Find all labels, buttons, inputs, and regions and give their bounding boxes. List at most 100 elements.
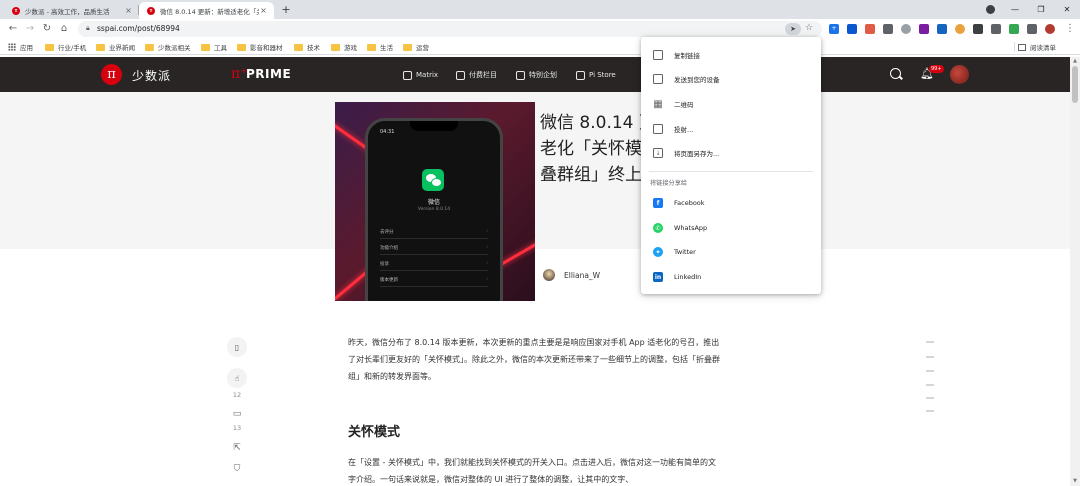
share-qr-code[interactable]: ▦ 二维码 [641, 94, 821, 114]
toc-marker[interactable] [926, 341, 934, 343]
toc-marker[interactable] [926, 356, 934, 358]
article-hero-background [0, 92, 1070, 249]
bookmark-folder[interactable]: 技术 [294, 42, 320, 52]
bookmark-folder[interactable]: 游戏 [331, 42, 357, 52]
tab-wechat-article[interactable]: π 微信 8.0.14 更新：新增适老化「关怀模式」 × [139, 2, 274, 19]
bookmark-label: 工具 [214, 44, 227, 52]
qr-extension-icon[interactable] [973, 24, 983, 34]
bookmark-folder[interactable]: 行业/手机 [45, 42, 86, 52]
extension-add-icon[interactable]: + [829, 24, 839, 34]
article-author[interactable]: Elliana_W [543, 269, 600, 281]
toc-marker[interactable] [926, 370, 934, 372]
extension-purple-icon[interactable] [919, 24, 929, 34]
nav-label: Matrix [416, 71, 439, 79]
article-paragraph: 在「设置 - 关怀模式」中，我们就能找到关怀模式的开关入口。点击进入后，微信对这… [348, 458, 716, 484]
share-cast[interactable]: 投射... [641, 119, 821, 139]
toc-marker[interactable] [926, 410, 934, 412]
share-send-to-device[interactable]: 发送到您的设备 [641, 69, 821, 89]
home-button[interactable]: ⌂ [57, 22, 71, 36]
extension-cookie-icon[interactable] [955, 24, 965, 34]
nav-special-projects[interactable]: 特别企划 [516, 69, 557, 81]
folder-icon [403, 43, 412, 51]
bookmark-article-icon[interactable]: ⛉ [231, 463, 243, 475]
store-icon [576, 70, 585, 80]
bookmark-folder[interactable]: 影音和器材 [237, 42, 283, 52]
tab-sspai-home[interactable]: π 少数派 - 高效工作，品质生活 × [4, 2, 139, 19]
tab-search-icon[interactable] [986, 5, 995, 14]
minimize-button[interactable]: — [1002, 0, 1028, 19]
check-extension-icon[interactable] [1009, 24, 1019, 34]
scroll-up-icon[interactable]: ▲ [1071, 58, 1079, 64]
tab-close-icon[interactable]: × [259, 6, 268, 15]
share-whatsapp[interactable]: ✆ WhatsApp [641, 218, 821, 238]
folder-icon [367, 43, 376, 51]
bookmark-folder[interactable]: 运营 [403, 42, 429, 52]
bookmark-star-icon[interactable]: ☆ [805, 23, 813, 33]
share-copy-link[interactable]: 复制链接 [641, 45, 821, 65]
prime-logo-text[interactable]: PRIME [246, 67, 291, 81]
tab-close-icon[interactable]: × [124, 6, 133, 15]
url-text: sspai.com/post/68994 [97, 24, 180, 33]
whatsapp-icon: ✆ [653, 223, 663, 233]
profile-avatar[interactable] [1045, 24, 1055, 34]
bookmark-label: 影音和器材 [250, 44, 283, 52]
nav-paid-columns[interactable]: 付费栏目 [456, 69, 497, 81]
mail-icon[interactable] [883, 24, 893, 34]
bookmark-folder[interactable]: 业界新闻 [96, 42, 135, 52]
wechat-logo-icon [422, 169, 444, 191]
phone-app-version: Version 8.0.14 [417, 207, 451, 212]
toc-marker[interactable] [926, 384, 934, 386]
site-logo-text[interactable]: 少数派 [132, 67, 171, 84]
bookmark-label: 运营 [416, 44, 429, 52]
address-bar[interactable]: 🔒︎ sspai.com/post/68994 ➤ ☆ [78, 21, 822, 37]
toc-marker[interactable] [926, 397, 934, 399]
lock-icon: 🔒︎ [86, 24, 90, 32]
nav-label: Pi Store [589, 71, 616, 79]
scroll-down-icon[interactable]: ▼ [1071, 478, 1079, 484]
share-linkedin[interactable]: in LinkedIn [641, 267, 821, 287]
like-button[interactable]: ☝ [227, 368, 247, 388]
bookmark-folder[interactable]: 生活 [367, 42, 393, 52]
restore-button[interactable]: ❐ [1028, 0, 1054, 19]
share-twitter[interactable]: ✦ Twitter [641, 242, 821, 262]
phone-mockup: 04:31 微信 Version 8.0.14 去评分 › 功能介绍 › 投诉 › 版… [365, 118, 503, 301]
comment-icon[interactable]: ▭ [231, 408, 243, 420]
extensions-puzzle-icon[interactable] [1027, 24, 1037, 34]
browser-toolbar: ← → ↻ ⌂ 🔒︎ sspai.com/post/68994 ➤ ☆ + ⋮ [0, 19, 1080, 39]
bookmark-folder[interactable]: 工具 [201, 42, 227, 52]
share-facebook[interactable]: f Facebook [641, 193, 821, 213]
phone-icon: ▯ [234, 342, 240, 352]
sspai-logo-icon[interactable]: π [101, 64, 122, 85]
back-button[interactable]: ← [6, 22, 20, 36]
author-avatar [543, 269, 555, 281]
extension-circle-icon[interactable] [901, 24, 911, 34]
mobile-read-button[interactable]: ▯ [227, 337, 247, 357]
menu-item-label: 二维码 [674, 101, 694, 109]
bookmark-apps[interactable]: 应用 [8, 42, 33, 52]
nav-pi-store[interactable]: Pi Store [576, 69, 616, 81]
menu-item-label: 发送到您的设备 [674, 76, 720, 84]
share-article-icon[interactable]: ⇱ [231, 442, 243, 454]
bookmark-folder[interactable]: 少数派相关 [145, 42, 191, 52]
shield-icon[interactable] [991, 24, 1001, 34]
close-window-button[interactable]: ✕ [1054, 0, 1080, 19]
share-icon[interactable]: ➤ [785, 23, 801, 35]
bookmark-label: 生活 [380, 44, 393, 52]
site-search-icon[interactable] [890, 68, 901, 79]
reading-list-button[interactable]: 阅读清单 [1018, 42, 1056, 52]
cast-icon [653, 124, 663, 134]
nav-matrix[interactable]: Matrix [403, 69, 438, 81]
browser-menu-icon[interactable]: ⋮ [1065, 23, 1075, 34]
forward-button[interactable]: → [23, 22, 37, 36]
pocket-icon[interactable] [865, 24, 875, 34]
bookmark-label: 技术 [307, 44, 320, 52]
extension-blue-icon[interactable] [937, 24, 947, 34]
reload-button[interactable]: ↻ [40, 22, 54, 36]
extension-square-icon[interactable] [847, 24, 857, 34]
scrollbar-thumb[interactable] [1072, 66, 1078, 103]
new-tab-button[interactable]: + [279, 3, 293, 17]
menu-item-label: 将页面另存为... [674, 150, 720, 158]
share-save-page[interactable]: ↓ 将页面另存为... [641, 143, 821, 163]
user-avatar[interactable] [950, 65, 969, 84]
page-scrollbar[interactable] [1070, 57, 1080, 486]
